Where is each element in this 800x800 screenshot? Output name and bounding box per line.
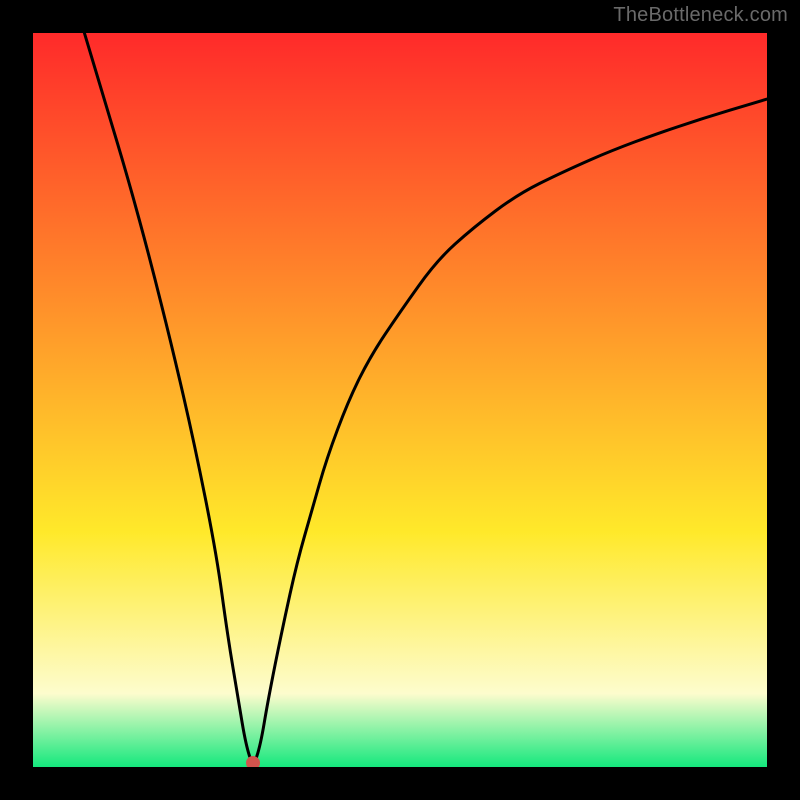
- bottleneck-curve: [33, 33, 767, 767]
- chart-frame: TheBottleneck.com: [0, 0, 800, 800]
- watermark-text: TheBottleneck.com: [613, 4, 788, 27]
- plot-area: [33, 33, 767, 767]
- marker-dot: [246, 756, 260, 767]
